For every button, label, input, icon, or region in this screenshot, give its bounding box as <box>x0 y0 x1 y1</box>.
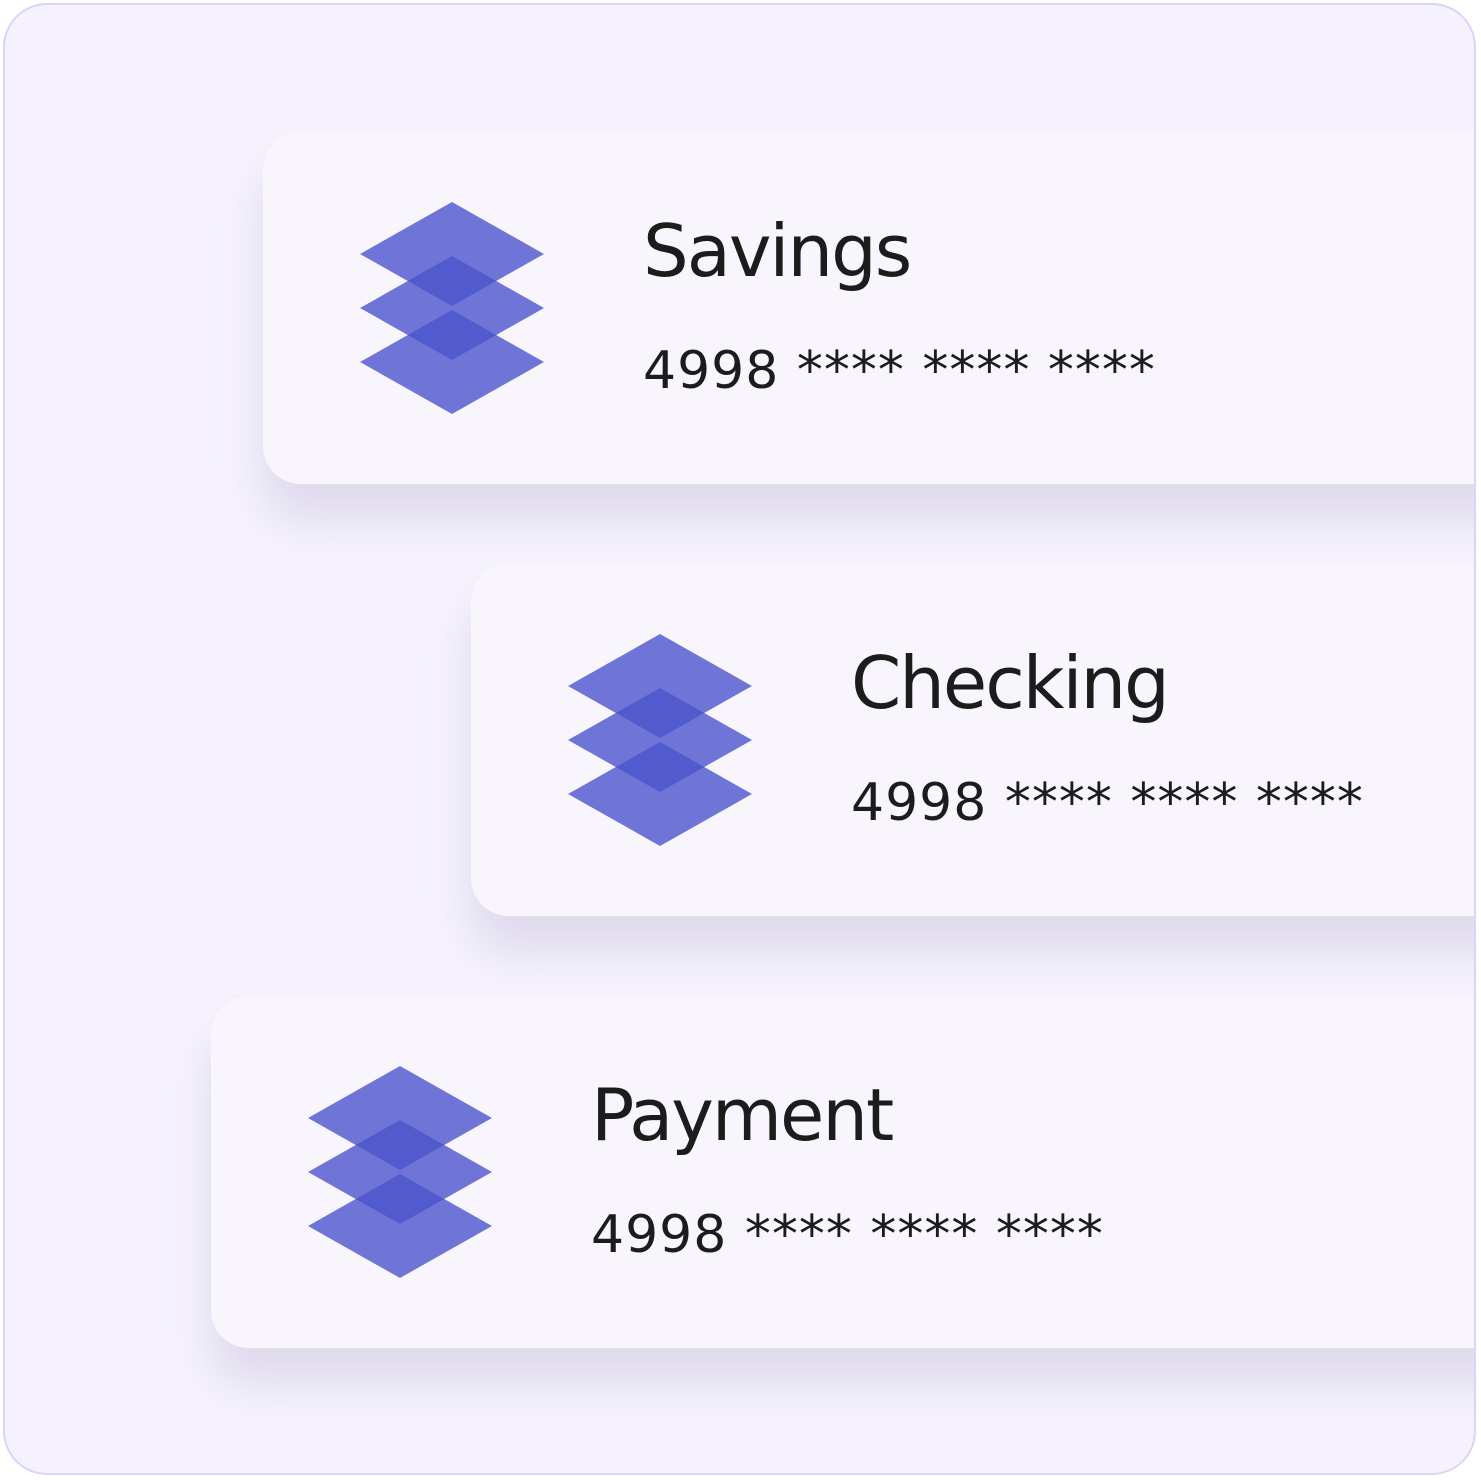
stacked-layers-icon <box>308 1066 492 1278</box>
account-number: 4998 **** **** **** <box>643 341 1156 401</box>
account-number: 4998 **** **** **** <box>591 1205 1104 1265</box>
stacked-layers-icon <box>360 202 544 414</box>
account-number: 4998 **** **** **** <box>851 773 1364 833</box>
accounts-panel: Savings 4998 **** **** **** Checking 499… <box>3 3 1476 1475</box>
account-name: Savings <box>643 209 912 293</box>
account-card-savings[interactable]: Savings 4998 **** **** **** <box>263 132 1474 484</box>
stacked-layers-graphic <box>360 202 544 414</box>
account-name: Checking <box>851 641 1170 725</box>
stacked-layers-graphic <box>308 1066 492 1278</box>
account-card-payment[interactable]: Payment 4998 **** **** **** <box>211 996 1474 1348</box>
stacked-layers-icon <box>568 634 752 846</box>
stacked-layers-graphic <box>568 634 752 846</box>
account-name: Payment <box>591 1073 894 1157</box>
account-card-checking[interactable]: Checking 4998 **** **** **** <box>471 564 1474 916</box>
